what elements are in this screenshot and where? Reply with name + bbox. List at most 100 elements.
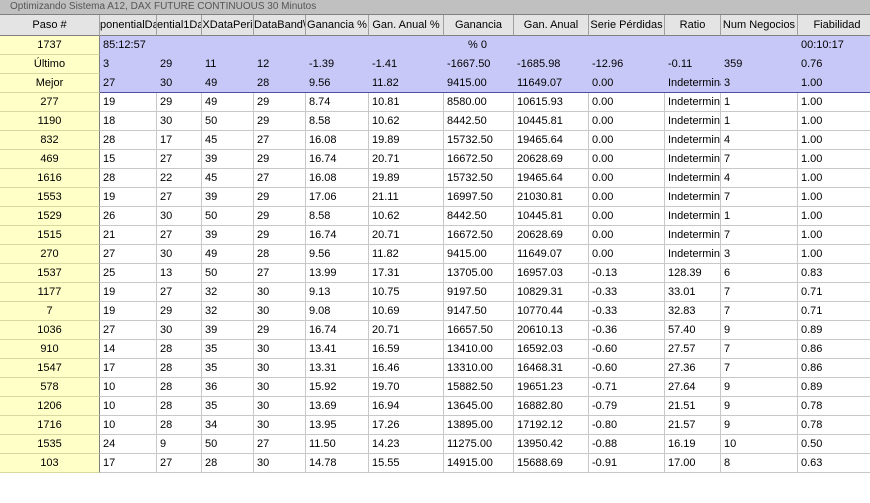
table-cell[interactable]: 57.40 bbox=[665, 321, 721, 340]
table-cell[interactable]: 29 bbox=[254, 188, 306, 207]
table-cell[interactable]: 16.94 bbox=[369, 397, 444, 416]
table-cell[interactable]: 7 bbox=[721, 188, 798, 207]
column-header-paso[interactable]: Paso # bbox=[0, 15, 100, 36]
table-cell[interactable]: 10445.81 bbox=[514, 207, 589, 226]
table-cell[interactable]: 27 bbox=[254, 435, 306, 454]
table-cell[interactable]: 19.70 bbox=[369, 378, 444, 397]
table-cell[interactable]: 16.08 bbox=[306, 131, 369, 150]
table-cell[interactable]: 30 bbox=[254, 378, 306, 397]
table-cell[interactable]: 27 bbox=[254, 169, 306, 188]
table-cell[interactable]: 17.06 bbox=[306, 188, 369, 207]
table-cell[interactable]: 13.31 bbox=[306, 359, 369, 378]
table-cell[interactable]: 0.00 bbox=[589, 245, 665, 264]
table-cell[interactable]: 28 bbox=[157, 416, 202, 435]
table-cell[interactable]: 8442.50 bbox=[444, 112, 514, 131]
table-cell[interactable]: 19.89 bbox=[369, 169, 444, 188]
row-step-number[interactable]: 1535 bbox=[0, 435, 100, 454]
table-cell[interactable]: 33.01 bbox=[665, 283, 721, 302]
table-cell[interactable]: Indetermina bbox=[665, 112, 721, 131]
table-cell[interactable]: 0.71 bbox=[798, 283, 870, 302]
row-step-number[interactable]: 1190 bbox=[0, 112, 100, 131]
table-cell[interactable]: 17 bbox=[100, 359, 157, 378]
row-step-number[interactable]: 103 bbox=[0, 454, 100, 473]
table-cell[interactable]: 16.19 bbox=[665, 435, 721, 454]
table-cell[interactable]: 8.58 bbox=[306, 112, 369, 131]
table-cell[interactable]: 10.62 bbox=[369, 207, 444, 226]
table-cell[interactable]: 9 bbox=[157, 435, 202, 454]
table-cell[interactable]: 27 bbox=[157, 283, 202, 302]
table-cell[interactable]: 11.82 bbox=[369, 245, 444, 264]
table-cell[interactable]: Indetermina bbox=[665, 150, 721, 169]
table-cell[interactable]: 4 bbox=[721, 131, 798, 150]
row-step-number[interactable]: 910 bbox=[0, 340, 100, 359]
table-cell[interactable]: 16.46 bbox=[369, 359, 444, 378]
table-cell[interactable]: 10 bbox=[721, 435, 798, 454]
table-cell[interactable]: 27 bbox=[157, 454, 202, 473]
table-cell[interactable]: 29 bbox=[254, 321, 306, 340]
table-cell[interactable]: 21.51 bbox=[665, 397, 721, 416]
row-step-number[interactable]: 1036 bbox=[0, 321, 100, 340]
table-cell[interactable]: 0.63 bbox=[798, 454, 870, 473]
table-cell[interactable]: 19 bbox=[100, 188, 157, 207]
table-cell[interactable]: 9 bbox=[721, 416, 798, 435]
table-cell[interactable]: 50 bbox=[202, 264, 254, 283]
table-cell[interactable]: Indetermina bbox=[665, 188, 721, 207]
row-step-number[interactable]: 1529 bbox=[0, 207, 100, 226]
table-cell[interactable]: 27 bbox=[157, 150, 202, 169]
table-cell[interactable]: 1.00 bbox=[798, 93, 870, 112]
table-cell[interactable]: 35 bbox=[202, 397, 254, 416]
table-cell[interactable]: 9.56 bbox=[306, 245, 369, 264]
table-cell[interactable]: 16672.50 bbox=[444, 150, 514, 169]
table-cell[interactable]: 13.41 bbox=[306, 340, 369, 359]
row-step-number[interactable]: 1553 bbox=[0, 188, 100, 207]
table-cell[interactable]: 24 bbox=[100, 435, 157, 454]
table-cell[interactable]: 10829.31 bbox=[514, 283, 589, 302]
table-cell[interactable]: 28 bbox=[100, 169, 157, 188]
table-cell[interactable]: 9.13 bbox=[306, 283, 369, 302]
table-cell[interactable]: 15.92 bbox=[306, 378, 369, 397]
table-cell[interactable]: -0.13 bbox=[589, 264, 665, 283]
table-cell[interactable]: 29 bbox=[157, 93, 202, 112]
table-cell[interactable]: 16.08 bbox=[306, 169, 369, 188]
table-cell[interactable]: 0.00 bbox=[589, 226, 665, 245]
table-cell[interactable]: 26 bbox=[100, 207, 157, 226]
table-cell[interactable]: 20628.69 bbox=[514, 150, 589, 169]
table-cell[interactable]: 39 bbox=[202, 150, 254, 169]
table-cell[interactable]: 8580.00 bbox=[444, 93, 514, 112]
column-header-x-data-period[interactable]: XDataPeri bbox=[202, 15, 254, 36]
table-cell[interactable]: 9415.00 bbox=[444, 245, 514, 264]
table-cell[interactable]: 0.00 bbox=[589, 112, 665, 131]
table-cell[interactable]: 39 bbox=[202, 321, 254, 340]
table-cell[interactable]: 28 bbox=[254, 245, 306, 264]
table-cell[interactable]: 8.58 bbox=[306, 207, 369, 226]
table-cell[interactable]: 4 bbox=[721, 169, 798, 188]
table-cell[interactable]: 3 bbox=[721, 245, 798, 264]
table-cell[interactable]: 16.74 bbox=[306, 150, 369, 169]
table-cell[interactable]: 1.00 bbox=[798, 226, 870, 245]
table-cell[interactable]: 13.95 bbox=[306, 416, 369, 435]
table-cell[interactable]: 30 bbox=[254, 454, 306, 473]
row-step-number[interactable]: 1515 bbox=[0, 226, 100, 245]
table-cell[interactable]: Indetermina bbox=[665, 207, 721, 226]
table-cell[interactable]: 20628.69 bbox=[514, 226, 589, 245]
row-step-number[interactable]: 578 bbox=[0, 378, 100, 397]
table-cell[interactable]: 27 bbox=[157, 188, 202, 207]
table-cell[interactable]: 18 bbox=[100, 112, 157, 131]
table-cell[interactable]: 22 bbox=[157, 169, 202, 188]
table-cell[interactable]: 10.75 bbox=[369, 283, 444, 302]
table-cell[interactable]: 16592.03 bbox=[514, 340, 589, 359]
table-cell[interactable]: 30 bbox=[157, 321, 202, 340]
table-cell[interactable]: 0.86 bbox=[798, 340, 870, 359]
table-cell[interactable]: 17.00 bbox=[665, 454, 721, 473]
table-cell[interactable]: 17.31 bbox=[369, 264, 444, 283]
table-cell[interactable]: 35 bbox=[202, 340, 254, 359]
table-cell[interactable]: 29 bbox=[254, 93, 306, 112]
table-cell[interactable]: 30 bbox=[157, 207, 202, 226]
table-cell[interactable]: 15688.69 bbox=[514, 454, 589, 473]
table-cell[interactable]: 8442.50 bbox=[444, 207, 514, 226]
table-cell[interactable]: -0.36 bbox=[589, 321, 665, 340]
table-cell[interactable]: 17.26 bbox=[369, 416, 444, 435]
table-cell[interactable]: 1.00 bbox=[798, 207, 870, 226]
table-cell[interactable]: 28 bbox=[157, 397, 202, 416]
table-cell[interactable]: 21 bbox=[100, 226, 157, 245]
